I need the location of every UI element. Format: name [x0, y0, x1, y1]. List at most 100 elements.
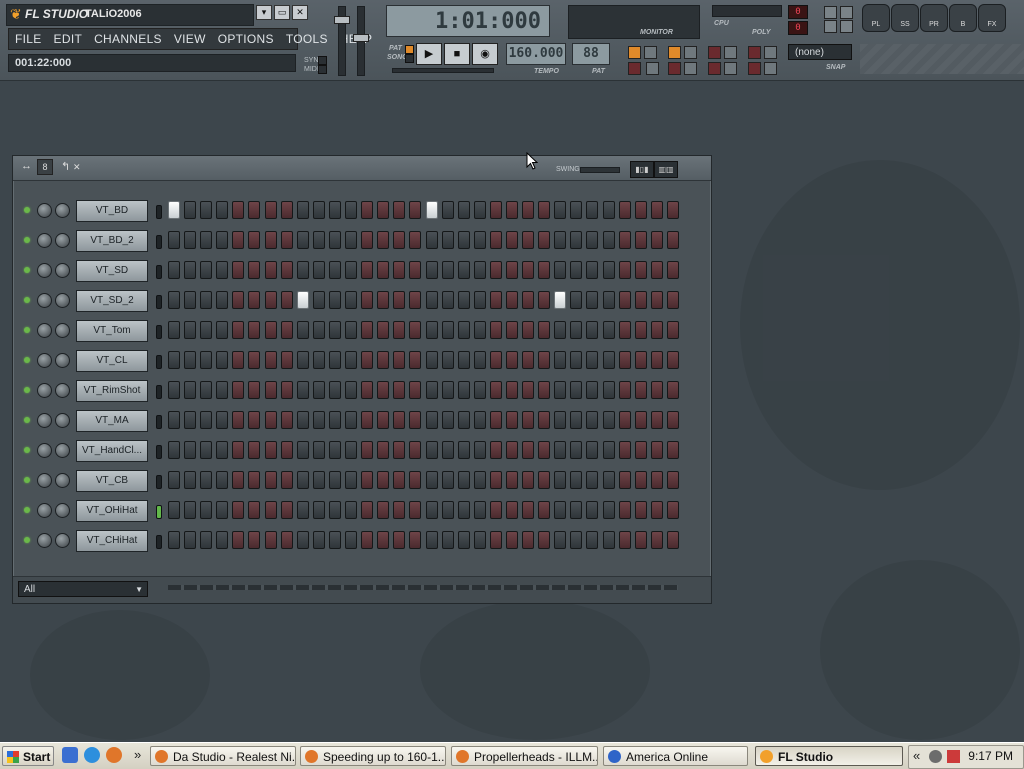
step-button[interactable]: [602, 201, 615, 219]
taskbar-item[interactable]: Da Studio - Realest Ni...: [150, 746, 296, 766]
taskbar-item[interactable]: America Online: [603, 746, 748, 766]
channel-name-button[interactable]: VT_BD_2: [76, 230, 148, 252]
song-mode-toggle[interactable]: [405, 54, 414, 63]
step-button[interactable]: [586, 351, 599, 369]
step-button[interactable]: [473, 531, 486, 549]
step-button[interactable]: [538, 231, 551, 249]
tempo-display[interactable]: 160.000: [506, 43, 566, 65]
step-button[interactable]: [425, 351, 438, 369]
mute-led[interactable]: [24, 207, 30, 213]
step-button[interactable]: [393, 501, 406, 519]
step-button[interactable]: [570, 501, 583, 519]
step-button[interactable]: [216, 291, 229, 309]
step-button[interactable]: [602, 291, 615, 309]
volume-knob[interactable]: [55, 203, 70, 218]
step-button[interactable]: [393, 381, 406, 399]
song-position-slider[interactable]: [392, 68, 494, 73]
step-button[interactable]: [200, 471, 213, 489]
step-button[interactable]: [248, 411, 261, 429]
step-button[interactable]: [538, 531, 551, 549]
step-button[interactable]: [666, 411, 679, 429]
step-button[interactable]: [328, 471, 341, 489]
step-button[interactable]: [602, 351, 615, 369]
step-button[interactable]: [184, 381, 197, 399]
pan-knob[interactable]: [37, 293, 52, 308]
step-button[interactable]: [409, 231, 422, 249]
step-button[interactable]: [618, 201, 631, 219]
step-button[interactable]: [570, 291, 583, 309]
volume-knob[interactable]: [55, 503, 70, 518]
step-button[interactable]: [666, 501, 679, 519]
step-button[interactable]: [634, 231, 647, 249]
pan-knob[interactable]: [37, 473, 52, 488]
piano-roll-button[interactable]: PR: [920, 4, 948, 32]
step-button[interactable]: [473, 381, 486, 399]
volume-knob[interactable]: [55, 443, 70, 458]
graph-editor-button[interactable]: ▮▯▮: [630, 161, 654, 178]
step-button[interactable]: [361, 321, 374, 339]
pan-knob[interactable]: [37, 323, 52, 338]
step-button[interactable]: [280, 231, 293, 249]
step-button[interactable]: [522, 441, 535, 459]
channel-select-indicator[interactable]: [156, 205, 162, 219]
pan-knob[interactable]: [37, 413, 52, 428]
volume-knob[interactable]: [55, 323, 70, 338]
step-button[interactable]: [666, 381, 679, 399]
step-button[interactable]: [522, 231, 535, 249]
step-button[interactable]: [409, 531, 422, 549]
step-button[interactable]: [345, 201, 358, 219]
step-button[interactable]: [361, 471, 374, 489]
master-volume-handle[interactable]: [334, 16, 350, 24]
step-button[interactable]: [457, 201, 470, 219]
step-button[interactable]: [666, 441, 679, 459]
step-button[interactable]: [377, 411, 390, 429]
step-button[interactable]: [634, 351, 647, 369]
taskbar-item[interactable]: Speeding up to 160-1...: [300, 746, 446, 766]
step-button[interactable]: [200, 501, 213, 519]
step-button[interactable]: [538, 411, 551, 429]
step-button[interactable]: [586, 471, 599, 489]
stop-button[interactable]: ■: [444, 43, 470, 65]
step-button[interactable]: [296, 321, 309, 339]
step-button[interactable]: [328, 291, 341, 309]
step-button[interactable]: [361, 231, 374, 249]
step-button[interactable]: [377, 201, 390, 219]
step-button[interactable]: [634, 381, 647, 399]
step-button[interactable]: [264, 411, 277, 429]
step-button[interactable]: [393, 441, 406, 459]
step-button[interactable]: [505, 351, 518, 369]
step-button[interactable]: [184, 321, 197, 339]
pattern-display[interactable]: 88: [572, 43, 610, 65]
step-button[interactable]: [200, 351, 213, 369]
channel-select-indicator[interactable]: [156, 505, 162, 519]
step-button[interactable]: [328, 441, 341, 459]
wait-input-icon[interactable]: [668, 46, 681, 59]
step-button[interactable]: [522, 471, 535, 489]
step-button[interactable]: [634, 501, 647, 519]
step-button[interactable]: [248, 231, 261, 249]
step-button[interactable]: [345, 351, 358, 369]
step-button[interactable]: [216, 471, 229, 489]
step-button[interactable]: [441, 231, 454, 249]
step-button[interactable]: [345, 231, 358, 249]
step-button[interactable]: [554, 261, 567, 279]
pattern-mode-toggle[interactable]: [405, 45, 414, 54]
step-button[interactable]: [393, 351, 406, 369]
channel-select-indicator[interactable]: [156, 265, 162, 279]
step-button[interactable]: [232, 531, 245, 549]
close-rack-icon[interactable]: ✕: [73, 162, 81, 173]
step-button[interactable]: [425, 261, 438, 279]
step-button[interactable]: [522, 261, 535, 279]
step-button[interactable]: [216, 381, 229, 399]
step-button[interactable]: [232, 201, 245, 219]
step-button[interactable]: [505, 471, 518, 489]
mute-led[interactable]: [24, 267, 30, 273]
step-button[interactable]: [232, 501, 245, 519]
pan-knob[interactable]: [37, 263, 52, 278]
step-button[interactable]: [457, 231, 470, 249]
keyboard-editor-button[interactable]: ▥▥: [654, 161, 678, 178]
mixer-button[interactable]: FX: [978, 4, 1006, 32]
volume-knob[interactable]: [55, 263, 70, 278]
step-button[interactable]: [570, 441, 583, 459]
step-button[interactable]: [312, 471, 325, 489]
